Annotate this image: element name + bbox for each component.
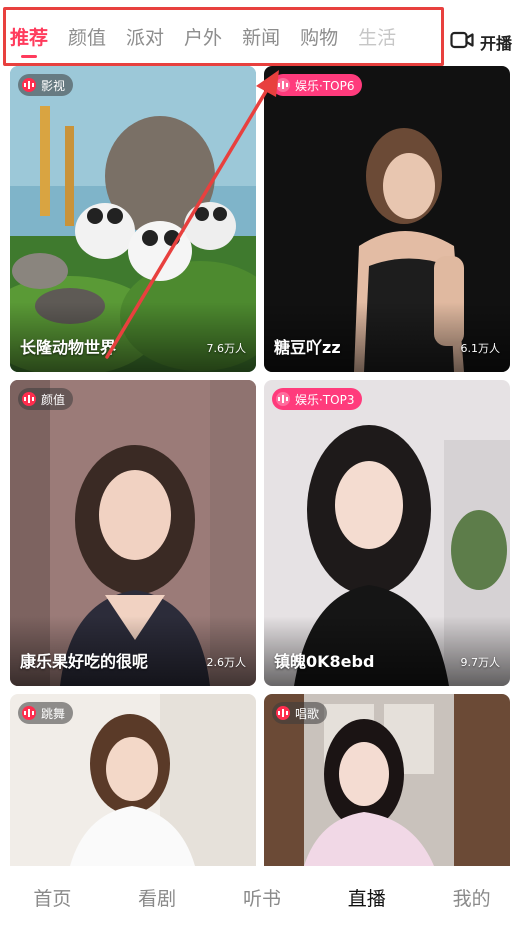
viewer-count: 2.6万人 <box>206 656 247 669</box>
tab-shopping[interactable]: 购物 <box>300 26 338 50</box>
tab-party[interactable]: 派对 <box>126 26 164 50</box>
live-card[interactable]: 娱乐·TOP6 糖豆吖zz 6.1万人 <box>264 66 510 372</box>
live-wave-icon <box>22 78 36 92</box>
live-card[interactable]: 颜值 康乐果好吃的很呢 2.6万人 <box>10 380 256 686</box>
category-badge: 跳舞 <box>18 702 74 724</box>
live-wave-icon <box>276 78 290 92</box>
badge-label: 颜值 <box>41 392 66 407</box>
category-tabs: 推荐 颜值 派对 户外 新闻 购物 生活 <box>10 26 416 58</box>
badge-label: 跳舞 <box>41 706 66 721</box>
top-tab-bar: 推荐 颜值 派对 户外 新闻 购物 生活 开播 <box>0 0 524 66</box>
nav-drama[interactable]: 看剧 <box>117 884 197 911</box>
live-wave-icon <box>22 706 36 720</box>
go-live-button[interactable]: 开播 <box>450 30 512 54</box>
live-card[interactable]: 娱乐·TOP3 镇魄0K8ebd 9.7万人 <box>264 380 510 686</box>
viewer-count: 9.7万人 <box>460 656 501 669</box>
nav-live[interactable]: 直播 <box>327 884 407 911</box>
go-live-label: 开播 <box>479 34 512 53</box>
category-badge: 唱歌 <box>272 702 328 724</box>
live-card[interactable]: 跳舞 <box>10 694 256 866</box>
card-title: 糖豆吖zz <box>274 338 341 357</box>
viewer-count: 7.6万人 <box>206 342 247 355</box>
badge-label: 娱乐·TOP6 <box>295 78 355 93</box>
live-card[interactable]: 唱歌 <box>264 694 510 866</box>
badge-label: 影视 <box>41 78 66 93</box>
tab-news[interactable]: 新闻 <box>242 26 280 50</box>
video-camera-icon <box>450 30 474 54</box>
tab-recommend[interactable]: 推荐 <box>10 26 48 58</box>
card-title: 长隆动物世界 <box>20 338 117 357</box>
card-title: 康乐果好吃的很呢 <box>20 652 149 671</box>
badge-label: 娱乐·TOP3 <box>295 392 355 407</box>
live-wave-icon <box>276 706 290 720</box>
tab-outdoor[interactable]: 户外 <box>184 26 222 50</box>
nav-audiobook[interactable]: 听书 <box>222 884 302 911</box>
live-wave-icon <box>22 392 36 406</box>
tab-appearance[interactable]: 颜值 <box>68 26 106 50</box>
nav-home[interactable]: 首页 <box>12 884 92 911</box>
badge-label: 唱歌 <box>295 706 320 721</box>
category-badge: 娱乐·TOP6 <box>272 74 363 96</box>
category-badge: 娱乐·TOP3 <box>272 388 363 410</box>
bottom-navigation: 首页 看剧 听书 直播 我的 <box>0 866 524 928</box>
category-badge: 颜值 <box>18 388 74 410</box>
tab-life[interactable]: 生活 <box>358 26 396 50</box>
card-title: 镇魄0K8ebd <box>274 652 375 671</box>
viewer-count: 6.1万人 <box>460 342 501 355</box>
category-badge: 影视 <box>18 74 74 96</box>
nav-me[interactable]: 我的 <box>432 884 512 911</box>
live-wave-icon <box>276 392 290 406</box>
live-card[interactable]: 影视 长隆动物世界 7.6万人 <box>10 66 256 372</box>
